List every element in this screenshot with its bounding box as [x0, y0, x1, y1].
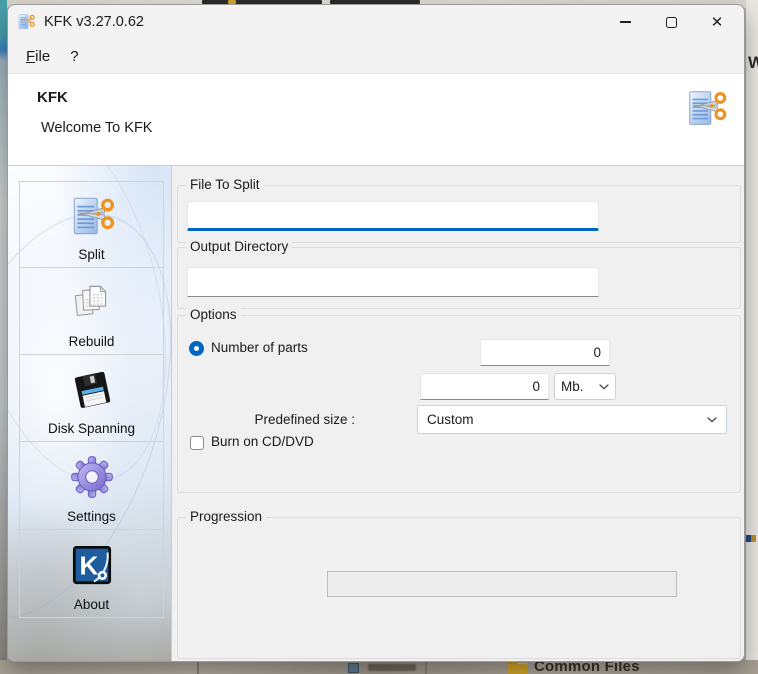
burn-cd-dvd-label: Burn on CD/DVD [211, 434, 314, 449]
split-icon [67, 192, 117, 242]
group-output-directory: Output Directory [177, 247, 741, 309]
menubar: File ? [8, 39, 744, 73]
app-window: KFK v3.27.0.62 ✕ File ? KFK Welcome To K… [7, 4, 745, 662]
number-of-parts-label: Number of parts [211, 340, 308, 355]
sidebar-item-disk-spanning[interactable]: Disk Spanning [19, 354, 164, 442]
sidebar-item-label: Settings [67, 509, 116, 524]
settings-gear-icon [67, 452, 117, 502]
close-button[interactable]: ✕ [694, 5, 740, 39]
about-logo-icon [67, 540, 117, 590]
window-title: KFK v3.27.0.62 [44, 14, 144, 30]
header-band: KFK Welcome To KFK [8, 73, 744, 166]
background-text-fragment: W [748, 53, 758, 73]
number-of-parts-input[interactable] [480, 339, 610, 366]
folder-icon [508, 663, 528, 674]
predefined-size-label: Predefined size : [233, 412, 355, 427]
desktop-background-right: W [746, 0, 758, 674]
sidebar-item-label: About [74, 597, 109, 612]
disk-spanning-icon [67, 365, 117, 415]
group-legend: Options [186, 307, 241, 322]
group-legend: File To Split [186, 177, 264, 192]
sidebar-item-about[interactable]: About [19, 529, 164, 618]
main-panel: File To Split Output Directory Options N… [172, 166, 745, 662]
file-to-split-input[interactable] [187, 201, 599, 231]
header-welcome-text: Welcome To KFK [41, 120, 152, 136]
group-options: Options Number of parts Mb. Predefined s… [177, 315, 741, 493]
burn-cd-dvd-checkbox[interactable] [190, 436, 204, 450]
minimize-button[interactable] [602, 5, 648, 39]
predefined-size-combobox[interactable]: Custom [417, 405, 727, 434]
predefined-size-value: Custom [427, 412, 707, 427]
group-legend: Progression [186, 509, 266, 524]
sidebar-item-split[interactable]: Split [19, 181, 164, 268]
sidebar-item-rebuild[interactable]: Rebuild [19, 267, 164, 355]
sidebar-item-label: Rebuild [69, 334, 115, 349]
app-icon [16, 12, 36, 32]
content-area: Split Rebuild Disk Spanning Settings Abo… [8, 166, 745, 662]
desktop-background-left [0, 0, 7, 674]
number-of-parts-radio[interactable] [189, 341, 204, 356]
header-app-name: KFK [37, 89, 68, 106]
sidebar-item-label: Disk Spanning [48, 421, 135, 436]
chevron-down-icon [707, 417, 717, 423]
sidebar-item-label: Split [78, 247, 104, 262]
group-legend: Output Directory [186, 239, 292, 254]
sidebar: Split Rebuild Disk Spanning Settings Abo… [8, 166, 172, 662]
menu-file[interactable]: File [16, 44, 60, 69]
close-icon: ✕ [711, 15, 724, 30]
kfk-logo-icon [682, 86, 730, 132]
minimize-icon [620, 21, 631, 22]
menu-help[interactable]: ? [60, 44, 88, 69]
progress-bar [327, 571, 677, 597]
output-directory-input[interactable] [187, 267, 599, 297]
background-file-icon [348, 663, 359, 673]
group-file-to-split: File To Split [177, 185, 741, 243]
desktop-background-bottom: Common Files [0, 660, 758, 674]
group-progression: Progression [177, 517, 741, 659]
background-folder-label: Common Files [534, 660, 640, 674]
rebuild-icon [67, 278, 117, 328]
chevron-down-icon [599, 384, 609, 390]
screen: W Common Files KFK v3.27.0.62 ✕ File ? K… [0, 0, 758, 674]
part-size-input[interactable] [420, 373, 549, 400]
maximize-button[interactable] [648, 5, 694, 39]
size-unit-value: Mb. [561, 379, 599, 394]
sidebar-item-settings[interactable]: Settings [19, 441, 164, 530]
maximize-icon [666, 17, 677, 28]
size-unit-dropdown[interactable]: Mb. [554, 373, 616, 400]
titlebar[interactable]: KFK v3.27.0.62 ✕ [8, 5, 744, 39]
